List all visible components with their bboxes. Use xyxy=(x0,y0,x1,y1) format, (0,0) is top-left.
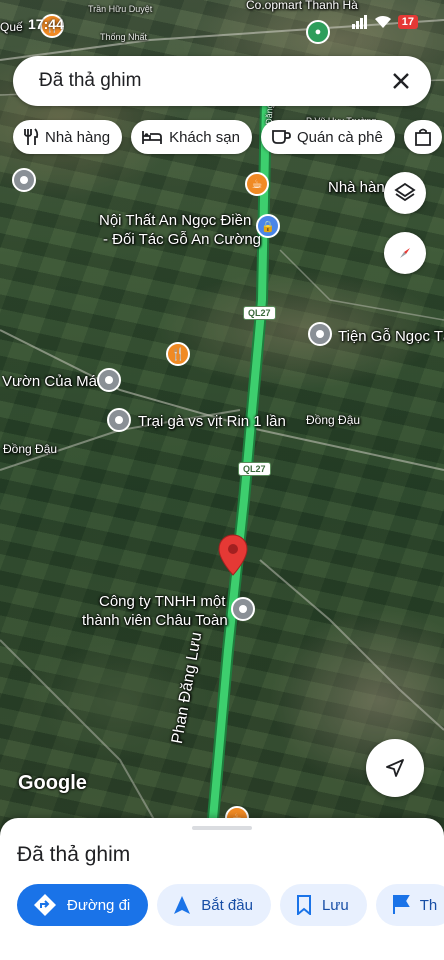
action-label: Th xyxy=(419,896,438,914)
category-chips: Nhà hàng Khách sạn Quán cà phê xyxy=(13,120,442,154)
map-label-place: Công ty TNHH một xyxy=(99,593,226,610)
shopping-bag-icon xyxy=(414,128,431,146)
action-buttons: Đường đi Bắt đầu Lưu Th xyxy=(17,884,444,926)
action-label: Bắt đầu xyxy=(201,896,253,914)
place-poi-icon[interactable] xyxy=(107,408,131,432)
place-title: Đã thả ghim xyxy=(17,843,131,866)
google-logo: Google xyxy=(18,772,87,794)
status-time: 17:44 xyxy=(28,16,64,32)
chip-label: Quán cà phê xyxy=(296,128,383,146)
signal-icon xyxy=(351,15,367,29)
close-icon[interactable] xyxy=(385,65,417,97)
chip-shopping[interactable] xyxy=(403,120,442,154)
label-button[interactable]: Th xyxy=(375,884,444,926)
map-label-place: Vườn Của Má xyxy=(2,373,97,390)
coffee-icon xyxy=(272,130,291,144)
status-icons: 17 xyxy=(351,15,418,29)
map-label-place: Nội Thất An Ngọc Điền xyxy=(99,212,252,229)
chip-coffee[interactable]: Quán cà phê xyxy=(260,120,395,154)
directions-button[interactable]: Đường đi xyxy=(17,884,149,926)
bottom-sheet[interactable]: Đã thả ghim Đường đi Bắt đầu Lưu Th xyxy=(0,818,444,960)
hotel-icon xyxy=(142,131,162,144)
highway-shield: QL27 xyxy=(243,306,276,320)
save-button[interactable]: Lưu xyxy=(279,884,367,926)
layers-icon xyxy=(394,182,416,202)
drag-handle[interactable] xyxy=(192,826,252,830)
highway-shield: QL27 xyxy=(238,462,271,476)
map-label-place: thành viên Châu Toàn xyxy=(82,612,228,629)
chip-hotels[interactable]: Khách sạn xyxy=(131,120,252,154)
search-bar[interactable]: Đã thả ghim xyxy=(13,56,431,106)
start-button[interactable]: Bắt đầu xyxy=(157,884,271,926)
chip-restaurants[interactable]: Nhà hàng xyxy=(13,120,123,154)
compass-button[interactable] xyxy=(384,232,426,274)
battery-indicator: 17 xyxy=(397,15,418,29)
chip-label: Nhà hàng xyxy=(45,128,111,146)
map-label-place: - Đối Tác Gỗ An Cường xyxy=(103,231,261,248)
map-label-place: Tiện Gỗ Ngọc Tâ xyxy=(338,328,444,345)
compass-icon xyxy=(400,248,410,258)
navigation-arrow-icon xyxy=(386,759,404,777)
flag-icon xyxy=(392,895,410,914)
layers-button[interactable] xyxy=(384,172,426,214)
chip-label: Khách sạn xyxy=(169,128,240,146)
cafe-poi-icon[interactable]: ☕ xyxy=(245,172,269,196)
bookmark-icon xyxy=(296,895,311,915)
status-bar: 17:44 17 xyxy=(0,10,444,40)
place-poi-icon[interactable] xyxy=(231,597,255,621)
place-poi-icon[interactable] xyxy=(308,322,332,346)
place-poi-icon[interactable] xyxy=(12,168,36,192)
restaurant-icon xyxy=(24,128,39,145)
map-label-place: Trại gà vs vịt Rin 1 lần xyxy=(138,413,286,430)
action-label: Lưu xyxy=(321,896,349,914)
shopping-poi-icon[interactable]: 🔒 xyxy=(256,214,280,238)
navigation-icon xyxy=(174,896,191,914)
directions-icon xyxy=(34,894,56,916)
dropped-pin-icon[interactable] xyxy=(218,534,248,576)
place-poi-icon[interactable] xyxy=(97,368,121,392)
search-title: Đã thả ghim xyxy=(39,70,142,91)
wifi-icon xyxy=(374,15,391,28)
map-label-locality: Đồng Đậu xyxy=(306,413,361,427)
map-label-locality: Đồng Đậu xyxy=(3,442,58,456)
my-location-button[interactable] xyxy=(366,739,424,797)
restaurant-poi-icon[interactable]: 🍴 xyxy=(166,342,190,366)
action-label: Đường đi xyxy=(67,896,131,914)
